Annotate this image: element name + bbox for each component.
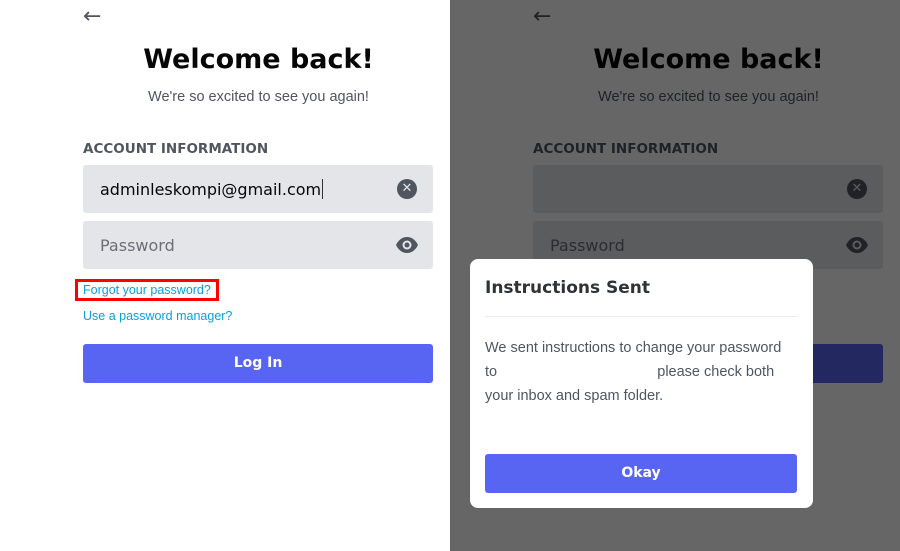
message-line: your inbox and spam folder. [485, 388, 664, 404]
back-arrow-icon[interactable]: ← [83, 6, 105, 28]
dialog-message: We sent instructions to change your pass… [485, 336, 805, 408]
instructions-sent-dialog: Instructions Sent We sent instructions t… [470, 259, 813, 508]
message-line: please check both [657, 364, 775, 380]
eye-icon[interactable] [395, 235, 419, 255]
email-value: adminleskompi@gmail.com [100, 179, 322, 199]
clear-icon[interactable]: ✕ [397, 179, 417, 199]
section-label: ACCOUNT INFORMATION [83, 141, 269, 157]
password-manager-link[interactable]: Use a password manager? [83, 309, 232, 323]
login-screen: ← Welcome back! We're so excited to see … [0, 0, 450, 551]
okay-button[interactable]: Okay [485, 454, 797, 493]
password-field[interactable]: Password [83, 221, 433, 269]
login-screen-with-modal: ← Welcome back! We're so excited to see … [450, 0, 900, 551]
message-line: We sent instructions to change your pass… [485, 340, 782, 356]
page-title: Welcome back! [143, 44, 374, 75]
divider [485, 316, 798, 317]
forgot-password-link[interactable]: Forgot your password? [83, 283, 211, 297]
login-button[interactable]: Log In [83, 344, 433, 383]
page-subtitle: We're so excited to see you again! [148, 89, 369, 105]
email-field[interactable]: adminleskompi@gmail.com ✕ [83, 165, 433, 213]
message-line: to [485, 364, 498, 380]
password-placeholder: Password [100, 235, 175, 255]
dialog-title: Instructions Sent [485, 278, 651, 298]
text-caret [322, 179, 324, 199]
